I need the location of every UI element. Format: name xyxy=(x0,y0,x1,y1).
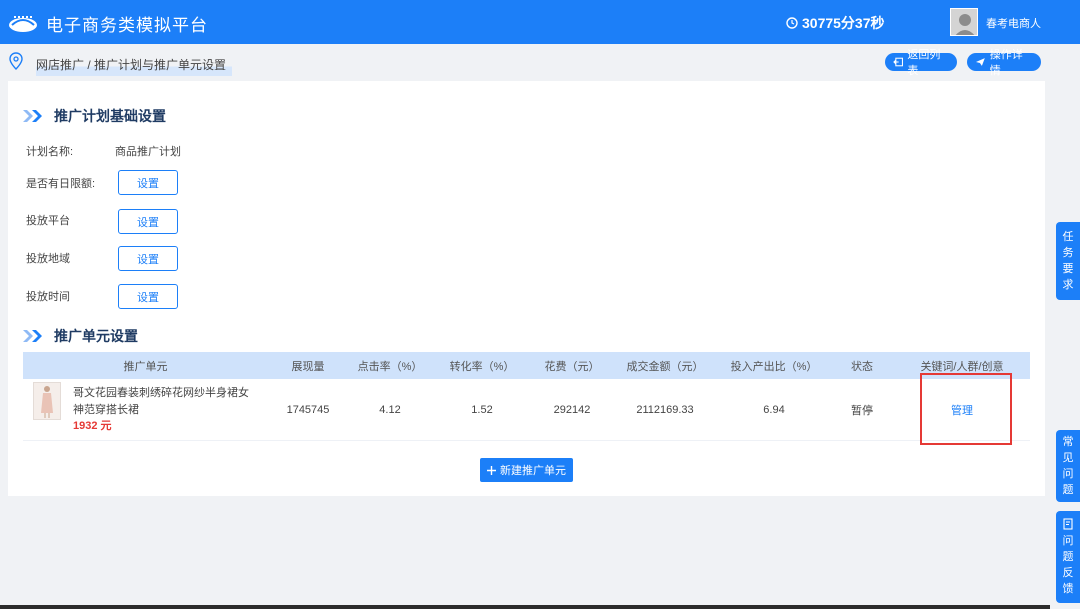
column-header: 点击率（%） xyxy=(357,360,423,373)
table-row: 哥文花园春装刺绣碎花网纱半身裙女神范穿搭长裙 1932 元 1745745 4.… xyxy=(23,379,1030,441)
column-header: 花费（元） xyxy=(544,360,600,373)
promotion-unit-table: 推广单元 展现量 点击率（%） 转化率（%） 花费（元） 成交金额（元） 投入产… xyxy=(23,352,1030,441)
tab-char: 常 xyxy=(1062,436,1074,448)
plus-icon xyxy=(487,465,496,475)
region-set-button[interactable]: 设置 xyxy=(118,246,178,271)
column-header: 展现量 xyxy=(291,360,325,373)
time-set-button[interactable]: 设置 xyxy=(118,284,178,309)
ctr-cell: 4.12 xyxy=(379,403,401,416)
tab-char: 求 xyxy=(1062,279,1074,291)
gmv-cell: 2112169.33 xyxy=(636,403,694,416)
cost-cell: 292142 xyxy=(553,403,591,416)
impressions-cell: 1745745 xyxy=(286,403,330,416)
platform-set-button[interactable]: 设置 xyxy=(118,209,178,234)
send-icon xyxy=(975,58,985,66)
new-unit-button[interactable]: 新建推广单元 xyxy=(480,458,573,482)
time-label: 投放时间 xyxy=(26,291,70,303)
status-cell: 暂停 xyxy=(851,404,873,417)
tab-char: 见 xyxy=(1062,452,1074,464)
timer-value: 30775分37秒 xyxy=(802,15,885,31)
logo-icon xyxy=(9,16,37,32)
daily-limit-label: 是否有日限额: xyxy=(26,178,96,190)
product-name[interactable]: 哥文花园春装刺绣碎花网纱半身裙女神范穿搭长裙 xyxy=(73,385,253,419)
avatar[interactable] xyxy=(950,8,978,36)
chevron-double-icon xyxy=(23,330,42,342)
unit-settings-title-text: 推广单元设置 xyxy=(54,328,138,344)
unit-info: 哥文花园春装刺绣碎花网纱半身裙女神范穿搭长裙 1932 元 xyxy=(73,385,253,434)
cvr-cell: 1.52 xyxy=(471,403,493,416)
column-header: 推广单元 xyxy=(123,360,168,373)
daily-limit-set-button[interactable]: 设置 xyxy=(118,170,178,195)
column-header: 成交金额（元） xyxy=(626,360,704,373)
region-label: 投放地域 xyxy=(26,253,70,265)
tab-char: 要 xyxy=(1062,263,1074,275)
back-to-list-label: 返回列表 xyxy=(907,49,941,77)
timer: 30775分37秒 xyxy=(786,13,885,33)
table-header: 推广单元 展现量 点击率（%） 转化率（%） 花费（元） 成交金额（元） 投入产… xyxy=(23,352,1030,379)
plan-name-label: 计划名称: xyxy=(26,146,74,158)
bottom-edge xyxy=(0,605,1050,609)
feedback-tab[interactable]: 问 题 反 馈 xyxy=(1056,511,1080,603)
tab-char: 问 xyxy=(1062,534,1074,547)
app-title: 电子商务类模拟平台 xyxy=(46,16,208,35)
task-requirements-tab[interactable]: 任 务 要 求 xyxy=(1056,222,1080,300)
product-price: 1932 元 xyxy=(73,420,112,432)
breadcrumb: 网店推广 / 推广计划与推广单元设置 xyxy=(36,55,233,76)
basic-settings-title-text: 推广计划基础设置 xyxy=(54,108,166,124)
column-header: 投入产出比（%） xyxy=(730,360,818,373)
highlight-annotation xyxy=(920,373,1012,445)
edit-icon xyxy=(1062,517,1073,530)
tab-char: 题 xyxy=(1062,484,1074,496)
tab-char: 务 xyxy=(1062,247,1074,259)
operation-details-label: 操作详情 xyxy=(989,49,1023,77)
clock-icon xyxy=(786,17,798,29)
basic-settings-title: 推广计划基础设置 xyxy=(22,106,166,126)
column-header: 状态 xyxy=(851,360,873,373)
tab-char: 题 xyxy=(1062,550,1074,563)
top-bar: 电子商务类模拟平台 30775分37秒 春考电商人 xyxy=(0,0,1080,44)
product-thumbnail[interactable] xyxy=(33,382,61,420)
operation-details-button[interactable]: 操作详情 xyxy=(967,49,1041,77)
tab-char: 馈 xyxy=(1062,582,1074,595)
roi-cell: 6.94 xyxy=(763,403,785,416)
chevron-double-icon xyxy=(23,110,42,122)
main-card: 推广计划基础设置 计划名称: 商品推广计划 是否有日限额: 设置 投放平台 设置… xyxy=(8,81,1045,496)
tab-char: 问 xyxy=(1062,468,1074,480)
plan-name-value: 商品推广计划 xyxy=(115,146,181,158)
unit-settings-title: 推广单元设置 xyxy=(22,326,138,346)
platform-label: 投放平台 xyxy=(26,215,70,227)
new-unit-label: 新建推广单元 xyxy=(500,465,566,477)
back-to-list-button[interactable]: 返回列表 xyxy=(885,49,957,77)
location-pin-icon xyxy=(9,52,23,70)
unit-cell: 哥文花园春装刺绣碎花网纱半身裙女神范穿搭长裙 1932 元 xyxy=(23,379,268,440)
user-name[interactable]: 春考电商人 xyxy=(986,15,1041,31)
tab-char: 反 xyxy=(1062,566,1074,579)
tab-char: 任 xyxy=(1062,231,1074,243)
faq-tab[interactable]: 常 见 问 题 xyxy=(1056,430,1080,502)
column-header: 转化率（%） xyxy=(449,360,515,373)
back-icon xyxy=(893,57,903,67)
